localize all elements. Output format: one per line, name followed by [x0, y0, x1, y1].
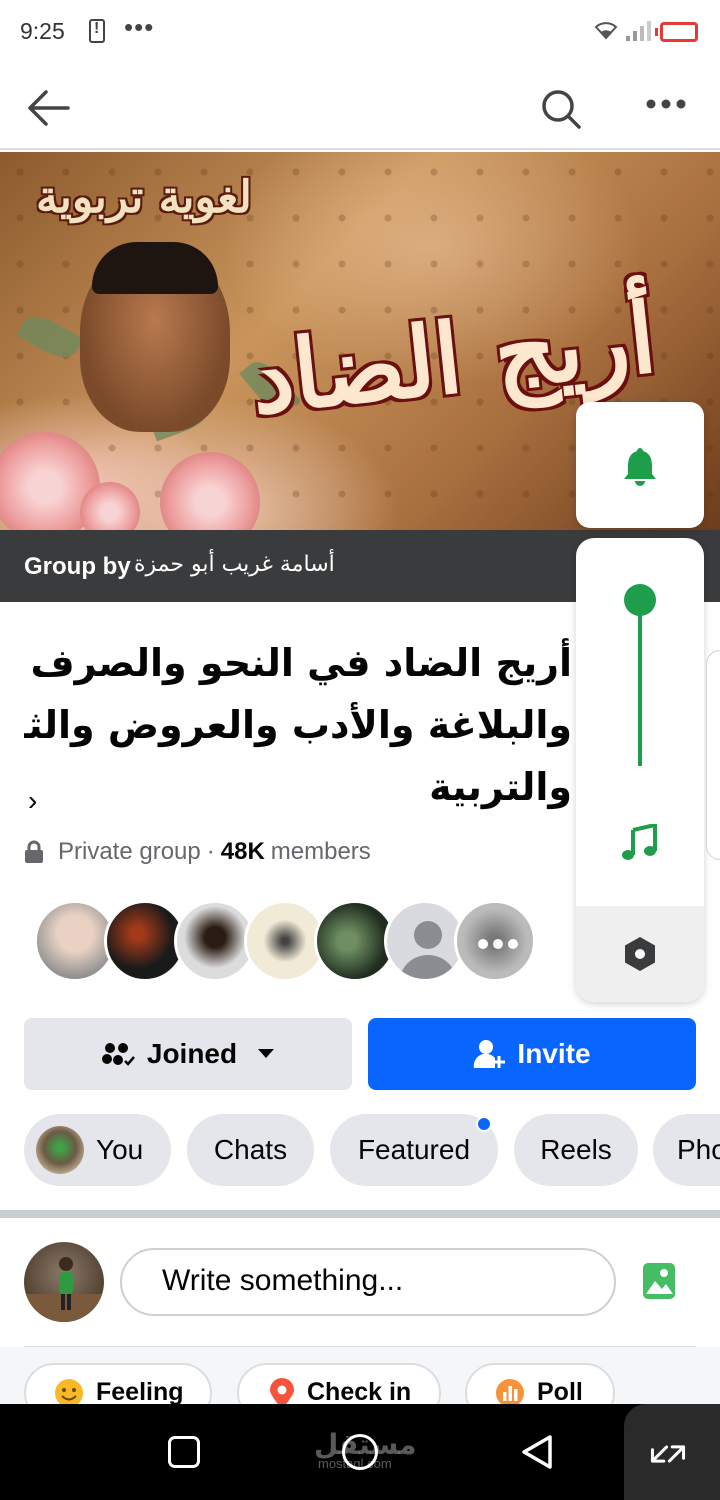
group-title-line: أريج الضاد في النحو والصرف: [30, 641, 572, 685]
new-content-badge: [476, 1116, 492, 1132]
joined-label: Joined: [146, 1038, 238, 1069]
search-icon[interactable]: [540, 88, 582, 130]
poll-icon: [496, 1379, 524, 1405]
tab-you[interactable]: You: [24, 1114, 171, 1186]
cover-subtitle: لغوية تربوية: [36, 172, 252, 223]
group-meta: Private group · 48K members: [24, 838, 371, 866]
chevron-right-icon[interactable]: ›: [28, 785, 37, 817]
meta-separator: ·: [206, 838, 215, 865]
avatar-figure: [24, 1257, 104, 1322]
joined-button[interactable]: Joined: [24, 1018, 352, 1090]
members-count[interactable]: 48K: [221, 838, 265, 866]
tab-label: Featured: [357, 1134, 471, 1165]
volume-slider-track[interactable]: [638, 600, 642, 766]
write-something-input[interactable]: Write something...: [120, 1248, 616, 1316]
composer-actions: Feeling Check in Poll: [0, 1347, 720, 1405]
feeling-label: Feeling: [96, 1378, 184, 1405]
add-user-icon: [474, 1040, 506, 1068]
cover-person-hair: [92, 242, 218, 294]
location-pin-icon: [270, 1378, 294, 1405]
nav-back-icon[interactable]: [520, 1434, 554, 1470]
music-note-icon: [622, 824, 657, 860]
volume-widget[interactable]: [576, 538, 704, 1002]
feeling-button[interactable]: Feeling: [24, 1363, 212, 1405]
more-notifications-icon: •••: [124, 12, 155, 42]
lock-icon: [25, 840, 43, 863]
notification-widget[interactable]: [576, 402, 704, 528]
recents-icon[interactable]: [168, 1436, 200, 1468]
widget-settings-area[interactable]: [576, 906, 704, 1002]
tab-label: You: [96, 1134, 144, 1165]
rotate-screen-icon[interactable]: [650, 1436, 686, 1472]
group-by-label: Group by: [24, 553, 131, 580]
status-time: 9:25: [20, 18, 65, 44]
app-bar: [0, 64, 720, 150]
user-avatar[interactable]: [24, 1242, 104, 1322]
privacy-label: Private group: [58, 838, 201, 865]
more-options-icon[interactable]: [646, 98, 686, 110]
poll-button[interactable]: Poll: [465, 1363, 615, 1405]
tab-chats[interactable]: Chats: [187, 1114, 314, 1186]
tab-featured[interactable]: Featured: [330, 1114, 498, 1186]
members-label[interactable]: members: [271, 838, 371, 866]
more-members-icon: [478, 939, 518, 949]
group-admin-name[interactable]: أسامة غريب أبو حمزة: [134, 552, 335, 577]
photo-icon[interactable]: [642, 1262, 676, 1300]
bell-icon: [624, 448, 656, 486]
side-panel-edge[interactable]: [706, 650, 720, 860]
section-divider: [0, 1210, 720, 1218]
back-arrow-icon[interactable]: [26, 88, 70, 128]
user-avatar: [36, 1126, 84, 1174]
status-bar: 9:25 •••: [0, 0, 720, 64]
group-title-line: والبلاغة والأدب والعروض والثقافة: [24, 703, 572, 747]
volume-slider-handle[interactable]: [624, 584, 656, 616]
tab-label: Chats: [213, 1134, 288, 1165]
tab-label: Reels: [540, 1134, 612, 1165]
caret-down-icon: [258, 1049, 275, 1058]
group-tabs: You Chats Featured Reels Pho: [24, 1114, 720, 1186]
wifi-icon: [594, 22, 618, 40]
alert-icon: [89, 19, 105, 43]
tab-reels[interactable]: Reels: [514, 1114, 638, 1186]
invite-button[interactable]: Invite: [368, 1018, 696, 1090]
member-avatar-more[interactable]: [454, 900, 536, 982]
group-title[interactable]: أريج الضاد في النحو والصرف والبلاغة والأ…: [24, 632, 572, 818]
signal-icon: [626, 21, 651, 41]
battery-icon: [655, 22, 698, 42]
invite-label: Invite: [517, 1038, 591, 1069]
settings-icon: [625, 937, 655, 971]
home-icon[interactable]: [342, 1434, 378, 1470]
group-title-line: والتربية: [429, 765, 572, 809]
tab-photos[interactable]: Pho: [653, 1114, 720, 1186]
poll-label: Poll: [537, 1378, 583, 1405]
smiley-icon: [55, 1379, 83, 1405]
check-in-button[interactable]: Check in: [237, 1363, 441, 1405]
tab-label: Pho: [677, 1134, 720, 1165]
members-icon: [101, 1043, 135, 1066]
check-in-label: Check in: [307, 1378, 412, 1405]
